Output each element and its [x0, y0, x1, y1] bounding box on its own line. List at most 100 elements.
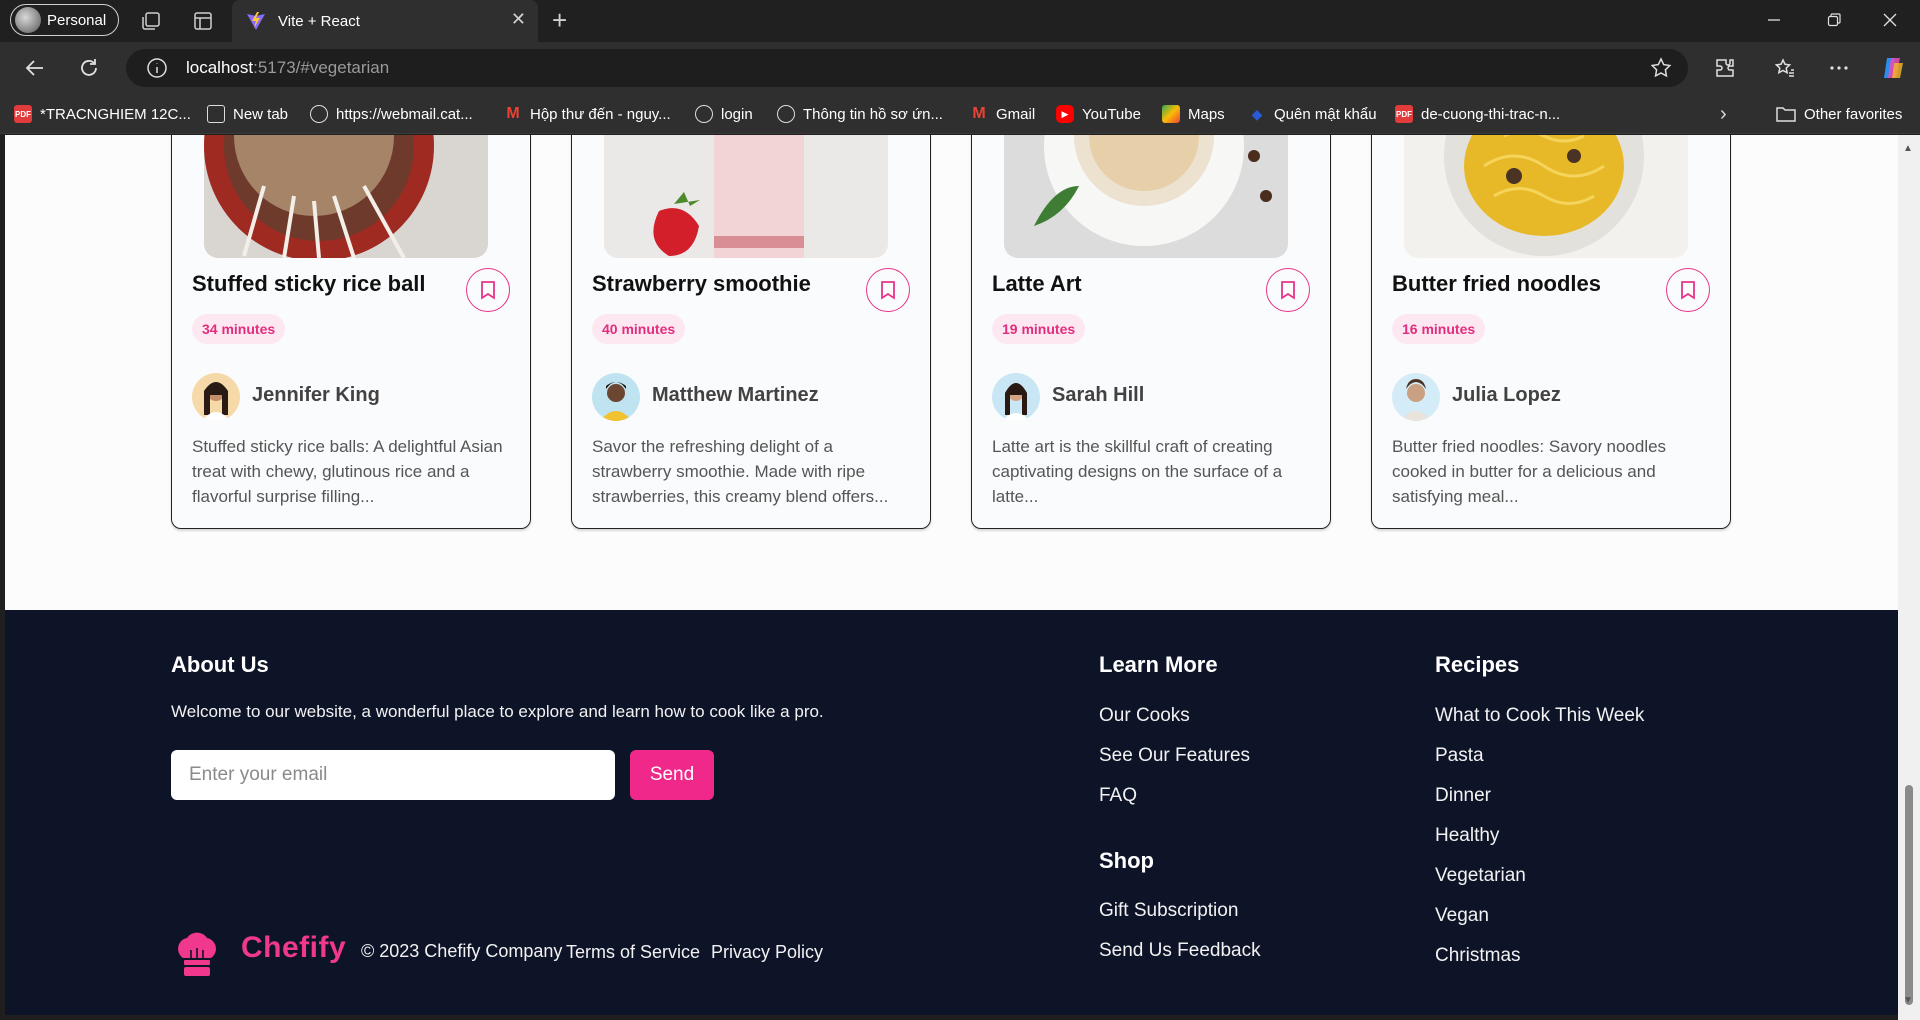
- bookmark-item[interactable]: M Gmail: [970, 103, 1035, 125]
- recipe-card[interactable]: Strawberry smoothie 40 minutes Matthew M…: [571, 135, 931, 529]
- bookmark-button[interactable]: [1666, 268, 1710, 312]
- bookmark-label: Gmail: [996, 105, 1036, 123]
- footer-link-feedback[interactable]: Send Us Feedback: [1099, 940, 1261, 962]
- footer-link-gift-subscription[interactable]: Gift Subscription: [1099, 900, 1238, 922]
- workspaces-icon[interactable]: [138, 8, 164, 34]
- bookmark-item[interactable]: PDF *TRACNGHIEM 12C...: [14, 103, 191, 125]
- footer-link-recipe[interactable]: Dinner: [1435, 785, 1491, 807]
- footer-link-recipe[interactable]: Christmas: [1435, 945, 1521, 967]
- recipe-description: Stuffed sticky rice balls: A delightful …: [192, 437, 503, 506]
- author-name: Sarah Hill: [1052, 384, 1145, 406]
- cook-time-badge: 34 minutes: [192, 314, 286, 344]
- maps-icon: [1162, 105, 1180, 123]
- bookmark-item[interactable]: login: [695, 103, 753, 125]
- recipe-image: [1004, 135, 1288, 258]
- bookmark-button[interactable]: [466, 268, 510, 312]
- brand-logo-text[interactable]: Chefify: [241, 931, 346, 965]
- gmail-icon: M: [972, 105, 986, 122]
- scrollbar-thumb[interactable]: [1905, 785, 1913, 1005]
- profile-avatar: [15, 7, 41, 33]
- footer-link-our-cooks[interactable]: Our Cooks: [1099, 705, 1190, 727]
- chef-hat-logo-icon: [178, 932, 216, 976]
- footer-link-recipe[interactable]: Healthy: [1435, 825, 1499, 847]
- author-avatar: [1392, 373, 1440, 421]
- bookmark-item[interactable]: PDF de-cuong-thi-trac-n...: [1395, 103, 1560, 125]
- about-us-text: Welcome to our website, a wonderful plac…: [171, 702, 824, 721]
- site-info-icon[interactable]: [146, 57, 168, 79]
- author-name: Jennifer King: [252, 384, 380, 406]
- email-input[interactable]: [171, 750, 615, 800]
- recipe-title: Latte Art: [992, 271, 1082, 296]
- more-options-icon[interactable]: [1826, 55, 1852, 81]
- bookmark-label: de-cuong-thi-trac-n...: [1421, 105, 1561, 123]
- bookmark-item[interactable]: ▶ YouTube: [1056, 103, 1141, 125]
- recipe-description: Butter fried noodles: Savory noodles coo…: [1392, 437, 1667, 506]
- recipe-card[interactable]: Stuffed sticky rice ball 34 minutes Jenn…: [171, 135, 531, 529]
- bookmark-item[interactable]: Maps: [1162, 103, 1225, 125]
- cook-time-badge: 16 minutes: [1392, 314, 1486, 344]
- bookmark-label: Quên mật khẩu: [1274, 105, 1377, 123]
- about-us-heading: About Us: [171, 652, 269, 677]
- bookmark-icon: [481, 281, 495, 300]
- folder-icon: [1776, 107, 1796, 122]
- scroll-down-icon[interactable]: ▼: [1903, 995, 1913, 1006]
- copyright-text: © 2023 Chefify Company: [361, 941, 563, 961]
- bookmark-label: New tab: [233, 105, 289, 123]
- privacy-link[interactable]: Privacy Policy: [711, 942, 823, 963]
- url-host: localhost: [186, 58, 254, 77]
- profile-label: Personal: [47, 11, 107, 29]
- back-icon[interactable]: [22, 55, 48, 81]
- bookmark-icon: [881, 281, 895, 300]
- bookmark-item[interactable]: ◆ Quên mật khẩu: [1248, 103, 1377, 125]
- copilot-icon[interactable]: [1880, 55, 1906, 81]
- send-button[interactable]: Send: [630, 750, 714, 800]
- footer-link-recipe[interactable]: Pasta: [1435, 745, 1484, 767]
- page-scrollbar[interactable]: ▲ ▼: [1898, 135, 1920, 1020]
- footer-link-faq[interactable]: FAQ: [1099, 785, 1137, 807]
- bookmarks-overflow-chevron-icon[interactable]: ›: [1720, 103, 1727, 125]
- tab-active[interactable]: Vite + React ✕: [232, 0, 538, 42]
- recipe-image: [604, 135, 888, 258]
- browser-titlebar: Personal Vite + React ✕ +: [0, 0, 1920, 42]
- profile-button[interactable]: Personal: [10, 4, 120, 36]
- page-viewport: Stuffed sticky rice ball 34 minutes Jenn…: [5, 135, 1898, 1015]
- footer-link-recipe[interactable]: Vegan: [1435, 905, 1489, 927]
- recipe-card[interactable]: Butter fried noodles 16 minutes Julia Lo…: [1371, 135, 1731, 529]
- minimize-icon[interactable]: [1762, 8, 1786, 32]
- scroll-up-icon[interactable]: ▲: [1903, 143, 1913, 154]
- globe-icon: [777, 105, 795, 123]
- favorites-icon[interactable]: [1772, 55, 1798, 81]
- footer-link-recipe[interactable]: Vegetarian: [1435, 865, 1526, 887]
- vertical-tabs-icon[interactable]: [190, 8, 216, 34]
- bookmark-label: YouTube: [1082, 105, 1141, 123]
- address-bar[interactable]: localhost:5173/#vegetarian: [126, 49, 1688, 87]
- new-tab-icon[interactable]: +: [552, 6, 567, 34]
- favorite-star-icon[interactable]: [1650, 57, 1672, 84]
- bookmark-item[interactable]: New tab: [207, 103, 288, 125]
- shop-heading: Shop: [1099, 848, 1154, 873]
- tab-close-icon[interactable]: ✕: [511, 9, 526, 30]
- bookmark-item[interactable]: https://webmail.cat...: [310, 103, 473, 125]
- terms-link[interactable]: Terms of Service: [566, 942, 700, 963]
- author-avatar: [192, 373, 240, 421]
- footer-link-recipe[interactable]: What to Cook This Week: [1435, 705, 1644, 727]
- bookmark-label: Hộp thư đến - nguy...: [530, 105, 671, 123]
- extensions-icon[interactable]: [1712, 55, 1738, 81]
- pdf-icon: PDF: [1395, 105, 1413, 123]
- recipe-card[interactable]: Latte Art 19 minutes Sarah Hill Latte ar…: [971, 135, 1331, 529]
- recipe-title: Strawberry smoothie: [592, 271, 811, 296]
- other-favorites-label: Other favorites: [1804, 105, 1903, 123]
- close-window-icon[interactable]: [1878, 8, 1902, 32]
- footer-link-features[interactable]: See Our Features: [1099, 745, 1250, 767]
- recipe-description: Savor the refreshing delight of a strawb…: [592, 437, 889, 506]
- bookmark-item[interactable]: Thông tin hồ sơ ứn...: [777, 103, 943, 125]
- author-avatar: [592, 373, 640, 421]
- refresh-icon[interactable]: [76, 55, 102, 81]
- shield-icon: ◆: [1251, 105, 1263, 122]
- restore-icon[interactable]: [1822, 8, 1846, 32]
- other-favorites[interactable]: Other favorites: [1776, 103, 1902, 125]
- bookmark-button[interactable]: [866, 268, 910, 312]
- bookmark-item[interactable]: M Hộp thư đến - nguy...: [504, 103, 671, 125]
- bookmark-icon: [1281, 281, 1295, 300]
- bookmark-button[interactable]: [1266, 268, 1310, 312]
